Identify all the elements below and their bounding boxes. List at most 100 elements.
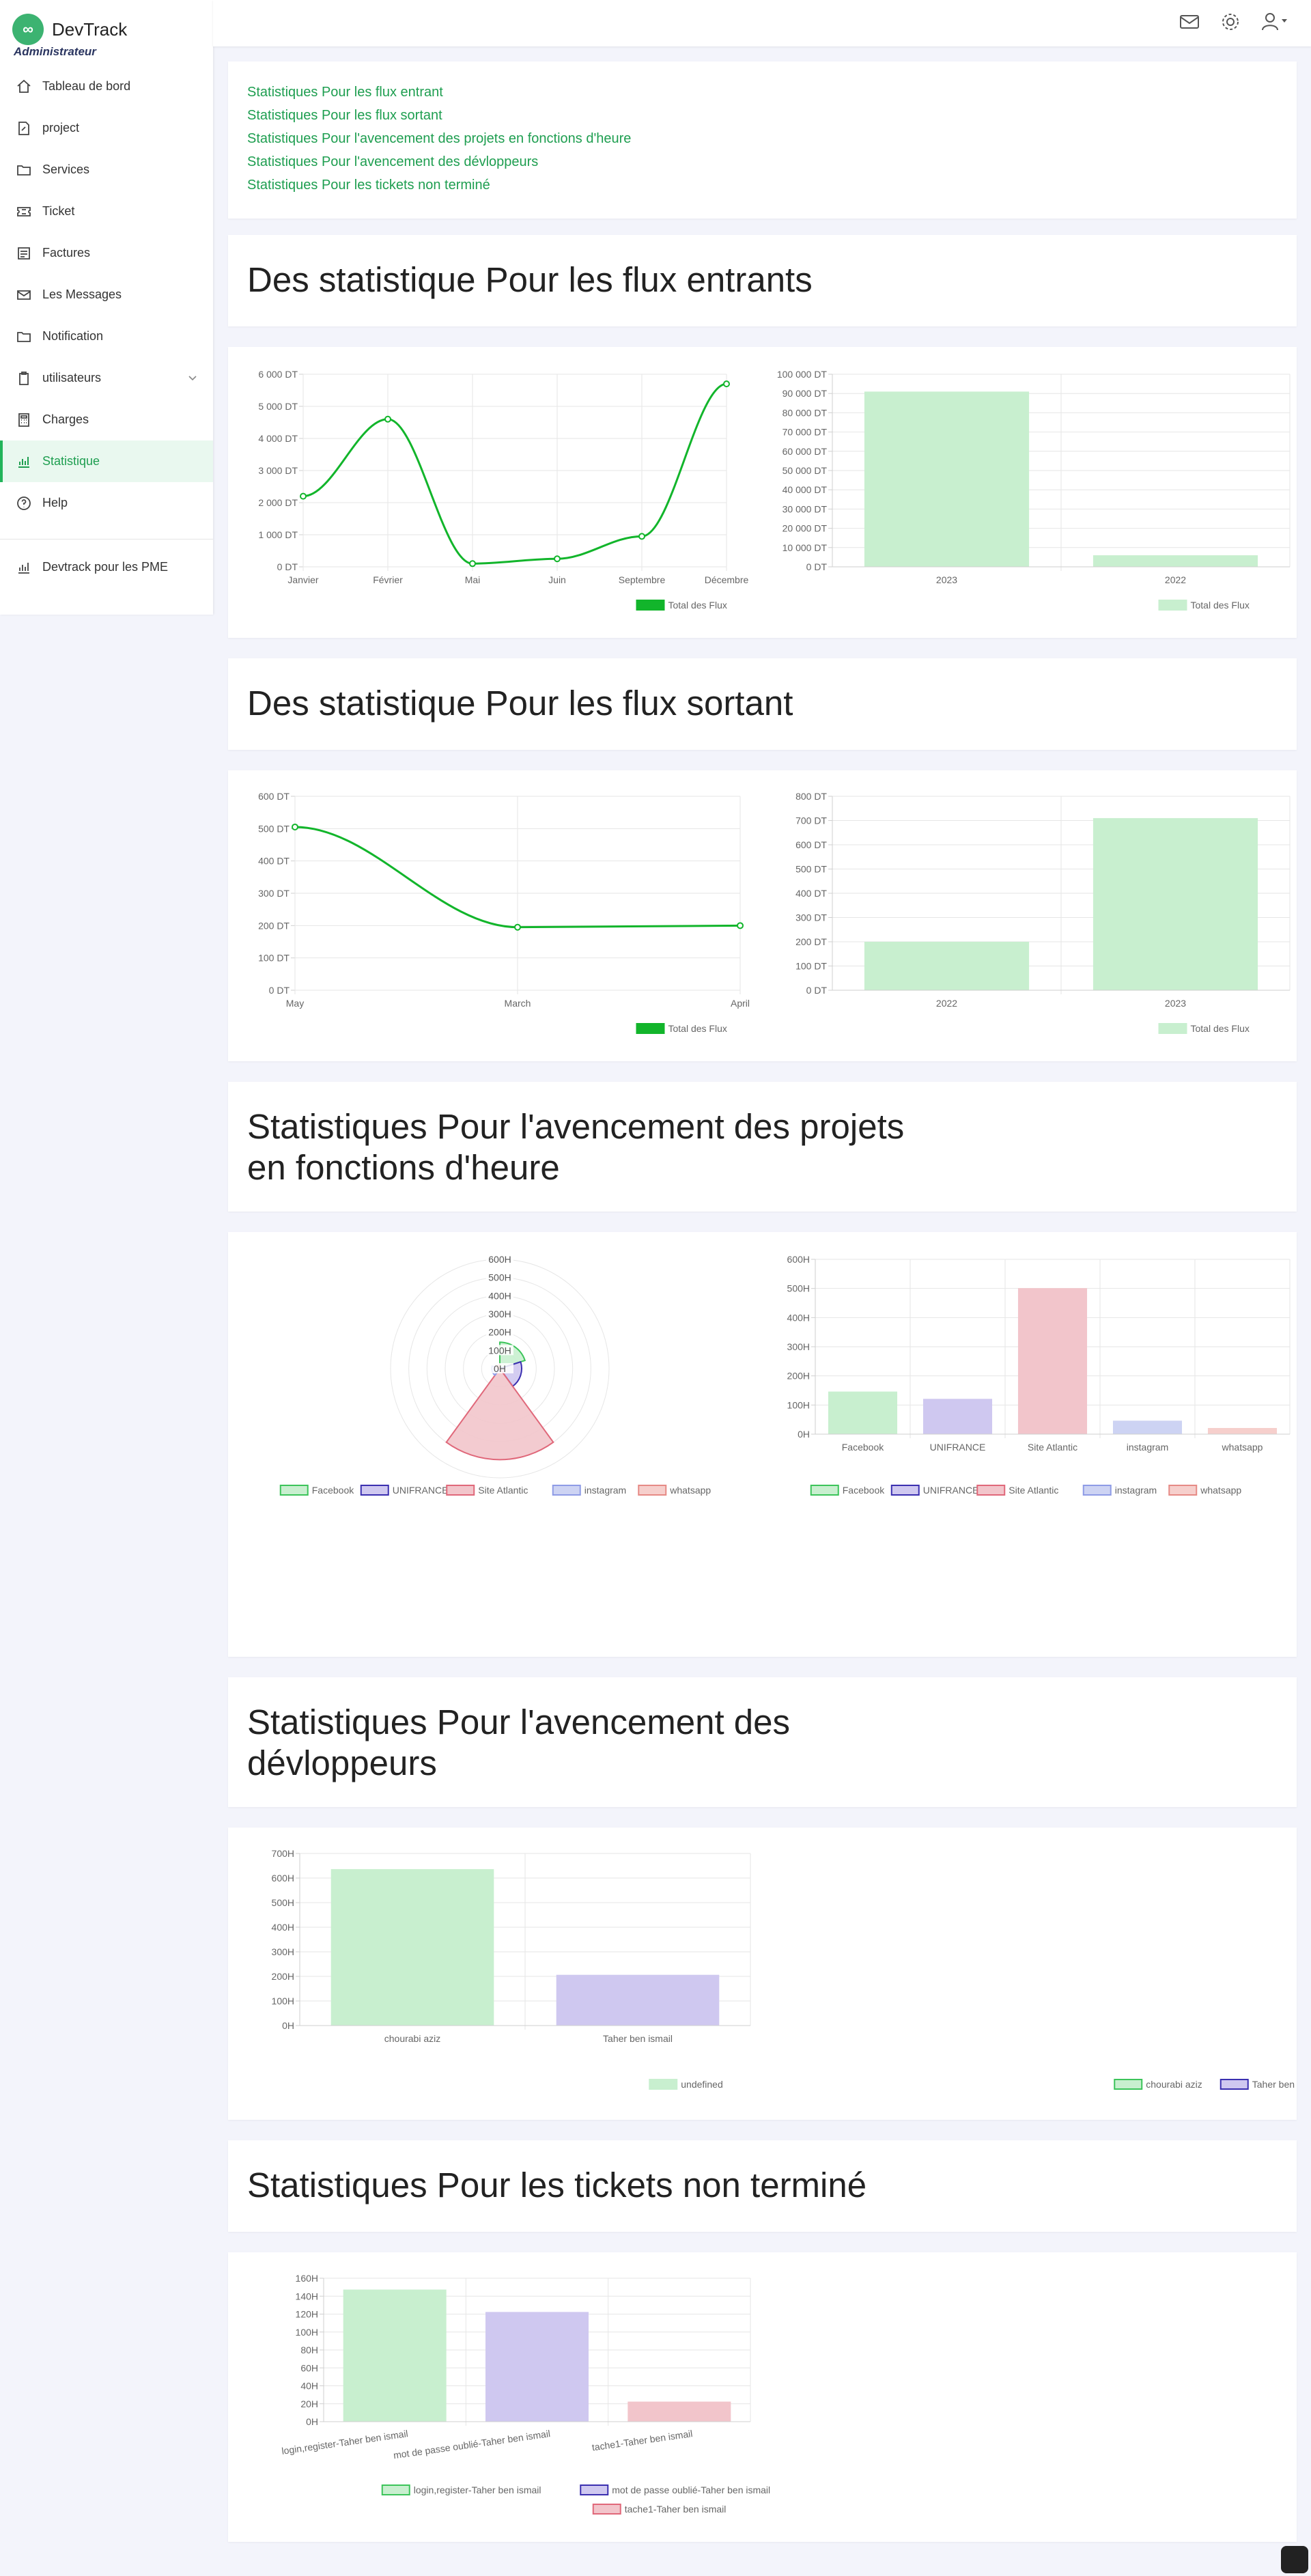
legend-swatch [649,2079,678,2090]
x-tick-label: Février [373,574,403,585]
bar [485,2312,589,2422]
quick-link[interactable]: Statistiques Pour les flux entrant [247,81,1297,104]
sidebar-item-project[interactable]: project [0,107,213,149]
x-tick-label: March [505,998,531,1009]
y-tick-label: 70 000 DT [783,427,828,438]
y-tick-label: 200 DT [258,920,290,931]
bar [864,942,1030,990]
y-tick-label: 100H [296,2327,318,2338]
legend-label: Total des Flux [668,1023,727,1034]
data-point [737,922,744,929]
legend-label: Total des Flux [668,600,727,611]
x-tick-label: May [286,998,304,1009]
sidebar-item-help[interactable]: Help [0,482,213,524]
legend-label: instagram [584,1485,626,1496]
flux-sortant-charts-card: 0 DT 100 DT 200 DT 300 DT 400 DT 500 DT 600 DT… [228,770,1297,1061]
bar [628,2401,731,2422]
data-point [300,492,307,500]
projets-bar-chart: 0H 100H 200H 300H 400H 500H 600H Facebook UNIFRA… [787,1254,1291,1496]
sidebar-item-ticket[interactable]: Ticket [0,191,213,232]
sidebar-item-tableau-de-bord[interactable]: Tableau de bord [0,66,213,107]
sidebar-item-pme[interactable]: Devtrack pour les PME [0,546,213,588]
y-tick-label: 40H [300,2381,318,2392]
y-tick-label: 400 DT [258,856,290,867]
bar [556,1974,720,2026]
y-tick-label: 0 DT [269,985,290,996]
x-tick-label: Juin [548,574,566,585]
quick-link[interactable]: Statistiques Pour les flux sortant [247,104,1297,127]
x-tick-label: Septembre [619,574,666,585]
y-tick-label: 300 DT [258,888,290,899]
y-tick-label: 100 000 DT [777,369,828,380]
x-tick-label: whatsapp [1222,1442,1263,1453]
sidebar-item-utilisateurs[interactable]: utilisateurs [0,357,213,399]
x-tick-label: login,register-Taher ben ismail [281,2428,408,2456]
y-tick-label: 20H [300,2398,318,2409]
sidebar-item-label: Les Messages [42,288,122,301]
sidebar: ∞ DevTrack Administrateur Tableau de bor… [0,0,213,615]
legend-swatch [636,600,665,611]
quick-links: Statistiques Pour les flux entrant Statis… [228,61,1297,197]
y-tick-label: 0 DT [806,561,828,572]
pme-icon [15,559,33,576]
quick-links-card: Statistiques Pour les flux entrant Statis… [228,61,1297,219]
x-tick-label: instagram [1127,1442,1168,1453]
x-tick-label: mot de passe oublié-Taher ben ismail [393,2428,551,2461]
r-tick-label: 200H [488,1327,511,1338]
flux-sortant-line-chart: 0 DT 100 DT 200 DT 300 DT 400 DT 500 DT 600 DT… [258,791,750,1034]
quick-link[interactable]: Statistiques Pour l'avencement des dévlo… [247,150,1297,173]
y-tick-label: 140H [296,2291,318,2301]
user-icon[interactable] [1260,8,1288,36]
mail-icon[interactable] [1176,8,1203,36]
y-tick-label: 60 000 DT [783,446,828,457]
y-tick-label: 80H [300,2344,318,2355]
series-line [302,382,727,565]
sidebar-item-label: Ticket [42,204,75,218]
gear-icon[interactable] [1217,8,1244,36]
y-tick-label: 700 DT [795,815,827,826]
quick-link[interactable]: Statistiques Pour l'avencement des proje… [247,127,1297,150]
bar [864,391,1030,567]
legend-label: Total des Flux [1191,1023,1250,1034]
folder-icon [15,161,33,179]
y-tick-label: 80 000 DT [783,407,828,418]
bar [1207,1427,1278,1435]
debug-toolbar-icon[interactable] [1281,2546,1308,2573]
y-tick-label: 30 000 DT [783,503,828,514]
y-tick-label: 500H [787,1283,810,1294]
file-icon [15,120,33,137]
sidebar-item-label: project [42,121,80,135]
x-tick-label: UNIFRANCE [930,1442,986,1453]
legend-swatch [279,1485,309,1496]
y-tick-label: 6 000 DT [258,369,298,380]
legend-label: UNIFRANCE [923,1485,979,1496]
legend-swatch [976,1485,1006,1496]
data-point [638,533,645,540]
topbar [213,0,1311,46]
legend-label: chourabi aziz [1146,2079,1202,2090]
r-tick-label: 100H [488,1345,511,1356]
sidebar-item-les-messages[interactable]: Les Messages [0,274,213,316]
sidebar-item-label: Factures [42,246,91,260]
y-tick-label: 300H [272,1946,294,1957]
flux-entrant-bar-chart: 0 DT 10 000 DT 20 000 DT 30 000 DT 40 000 DT… [777,369,1291,611]
legend-swatch [1082,1485,1112,1496]
quick-link[interactable]: Statistiques Pour les tickets non termin… [247,173,1297,197]
sidebar-item-statistique[interactable]: Statistique [0,440,213,482]
y-tick-label: 300 DT [795,912,827,923]
y-tick-label: 600 DT [795,839,827,850]
r-tick-label: 400H [488,1290,511,1301]
sidebar-item-services[interactable]: Services [0,149,213,191]
y-tick-label: 5 000 DT [258,401,298,412]
sidebar-item-factures[interactable]: Factures [0,232,213,274]
y-tick-label: 500H [272,1897,294,1908]
y-tick-label: 100 DT [795,961,827,972]
sidebar-item-charges[interactable]: Charges [0,399,213,440]
legend-swatch [636,1023,665,1034]
sidebar-item-notification[interactable]: Notification [0,316,213,357]
y-tick-label: 20 000 DT [783,523,828,534]
sidebar-menu: Tableau de bord project Services Ticket Fact… [0,66,213,588]
bar [343,2289,447,2422]
legend-label: whatsapp [669,1485,711,1496]
legend-swatch [1158,1023,1187,1034]
